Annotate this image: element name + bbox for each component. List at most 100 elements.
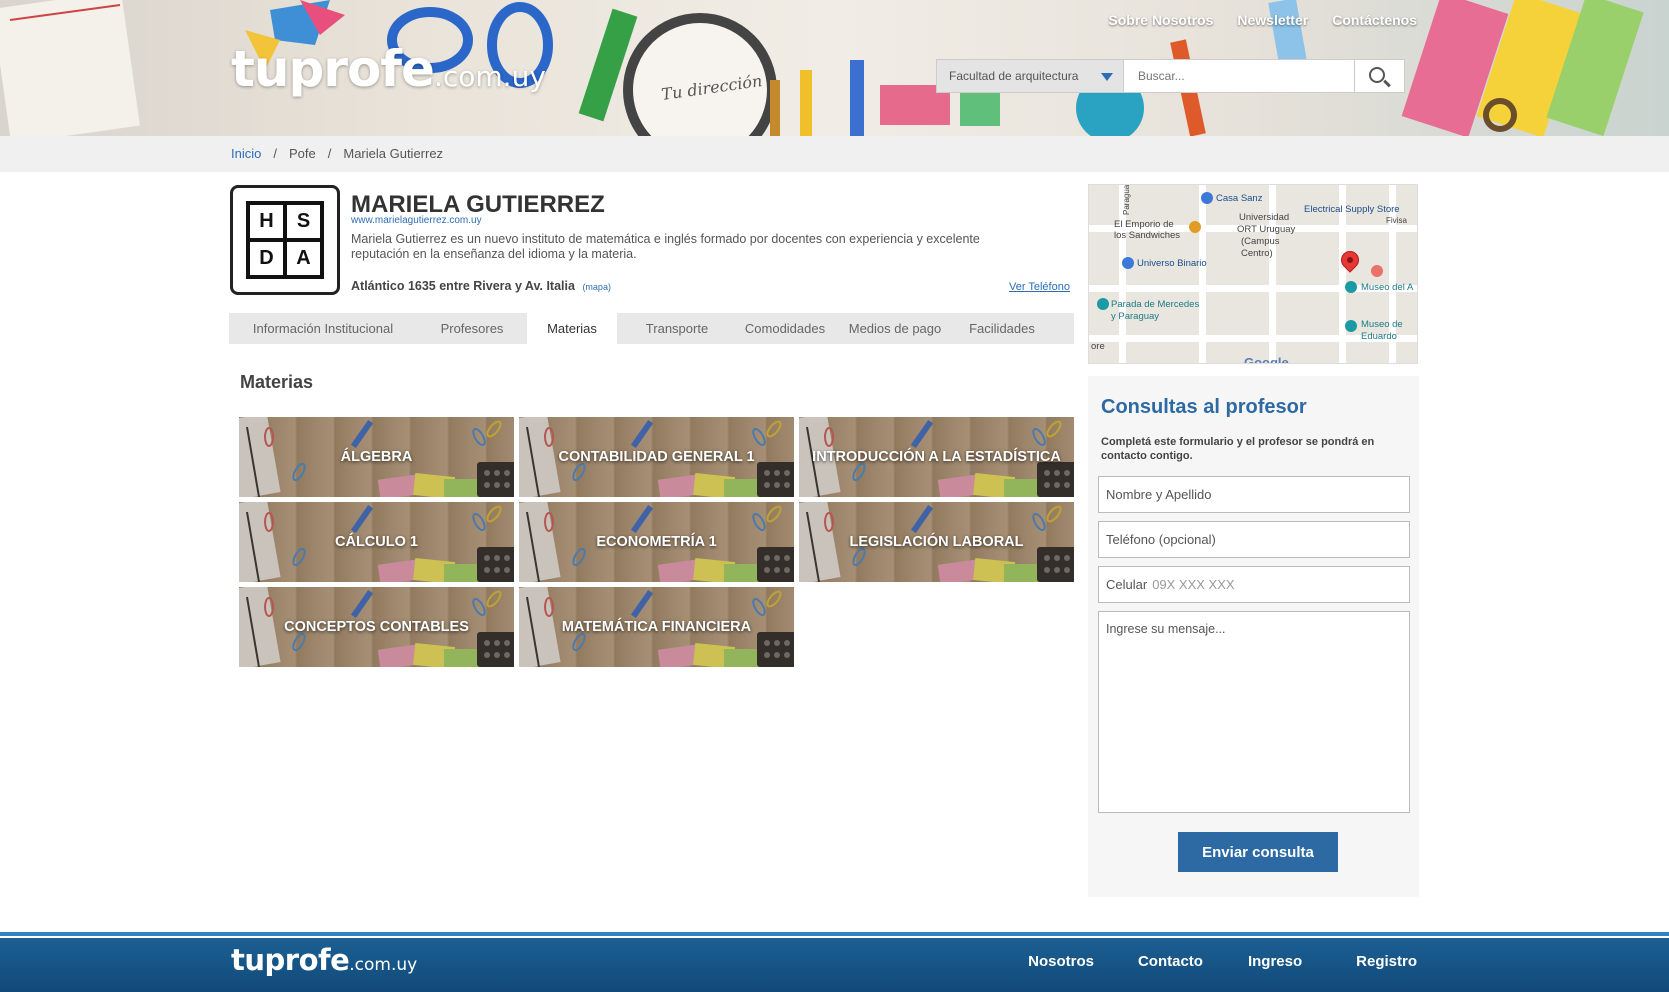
map-label: Eduardo	[1361, 331, 1397, 342]
breadcrumb: Inicio / Pofe / Mariela Gutierrez	[231, 146, 443, 161]
profile-tabs: Información Institucional Profesores Mat…	[229, 313, 1074, 344]
map-label: Casa Sanz	[1216, 193, 1263, 204]
footer-nav-registro[interactable]: Registro	[1356, 953, 1417, 970]
subject-tile-label: LEGISLACIÓN LABORAL	[849, 534, 1024, 550]
cell-field[interactable]: Celular 09X XXX XXX	[1098, 566, 1410, 603]
map-attribution: Google	[1244, 355, 1289, 364]
subject-tile-label: MATEMÁTICA FINANCIERA	[561, 619, 752, 635]
search-bar: Facultad de arquitectura	[936, 59, 1405, 93]
faculty-select[interactable]: Facultad de arquitectura	[936, 59, 1124, 93]
phone-field[interactable]: Teléfono (opcional)	[1098, 521, 1410, 558]
map-label: ORT Uruguay	[1237, 224, 1296, 235]
contact-panel: Consultas al profesor Completá este form…	[1088, 376, 1419, 897]
nav-newsletter[interactable]: Newsletter	[1237, 12, 1308, 28]
subject-tile-label: ÁLGEBRA	[340, 449, 413, 465]
subject-tile[interactable]: ÁLGEBRA	[239, 417, 514, 497]
map-label: Parada de Mercedes	[1111, 299, 1200, 310]
contact-title: Consultas al profesor	[1101, 396, 1307, 418]
footer-logo-brand: tuprofe	[231, 943, 350, 977]
footer-nav-contacto[interactable]: Contacto	[1138, 953, 1203, 970]
map-label: Universidad	[1239, 212, 1290, 223]
tab-materias[interactable]: Materias	[527, 313, 617, 344]
breadcrumb-separator: /	[273, 146, 277, 161]
logo-letter: A	[287, 242, 320, 275]
breadcrumb-separator: /	[327, 146, 332, 161]
cell-label: Celular	[1106, 577, 1148, 592]
map-label: Fivisa	[1386, 216, 1407, 225]
location-map[interactable]: Casa Sanz Electrical Supply Store Fivisa…	[1088, 184, 1418, 364]
map-label: (Campus	[1241, 236, 1280, 247]
search-button[interactable]	[1355, 59, 1405, 93]
logo-letter: H	[250, 205, 283, 238]
footer-logo[interactable]: tuprofe.com.uy	[231, 943, 417, 977]
map-label: ore	[1091, 341, 1105, 352]
map-label: los Sandwiches	[1114, 230, 1181, 241]
contact-intro: Completá este formulario y el profesor s…	[1101, 436, 1375, 462]
subject-grid: ÁLGEBRA CONTABILIDAD GENERAL 1 INTRODUCCIÓ…	[239, 417, 1074, 667]
breadcrumb-inicio[interactable]: Inicio	[231, 146, 261, 161]
name-field[interactable]: Nombre y Apellido	[1098, 476, 1410, 513]
faculty-select-value: Facultad de arquitectura	[949, 69, 1079, 83]
cell-placeholder: 09X XXX XXX	[1152, 577, 1235, 592]
tab-profesores[interactable]: Profesores	[417, 313, 527, 344]
subject-tile[interactable]: CONTABILIDAD GENERAL 1	[519, 417, 794, 497]
breadcrumb-pofe[interactable]: Pofe	[289, 146, 316, 161]
search-input[interactable]	[1124, 59, 1355, 93]
map-link[interactable]: (mapa)	[582, 282, 611, 292]
profile-address: Atlántico 1635 entre Rivera y Av. Italia…	[351, 279, 611, 293]
map-label: Electrical Supply Store	[1304, 204, 1400, 215]
subject-tile[interactable]: ECONOMETRÍA 1	[519, 502, 794, 582]
tab-informacion-institucional[interactable]: Información Institucional	[229, 313, 417, 344]
show-phone-link[interactable]: Ver Teléfono	[1009, 281, 1070, 293]
subject-tile-label: INTRODUCCIÓN A LA ESTADÍSTICA	[812, 449, 1061, 465]
section-title: Materias	[240, 372, 314, 392]
subject-tile[interactable]: INTRODUCCIÓN A LA ESTADÍSTICA	[799, 417, 1074, 497]
institute-logo: H S D A	[230, 185, 340, 295]
footer-nav-nosotros[interactable]: Nosotros	[1028, 953, 1094, 970]
map-label: El Emporio de	[1114, 219, 1174, 230]
tab-facilidades[interactable]: Facilidades	[957, 313, 1047, 344]
footer: tuprofe.com.uy Nosotros Contacto Ingreso…	[0, 938, 1669, 992]
subject-tile[interactable]: CONCEPTOS CONTABLES	[239, 587, 514, 667]
tab-transporte[interactable]: Transporte	[617, 313, 737, 344]
name-placeholder: Nombre y Apellido	[1106, 487, 1212, 502]
subject-tile-label: CÁLCULO 1	[335, 534, 418, 550]
footer-logo-tld: .com.uy	[349, 955, 418, 975]
subject-tile[interactable]: CÁLCULO 1	[239, 502, 514, 582]
message-placeholder: Ingrese su mensaje...	[1106, 622, 1226, 636]
profile-website-link[interactable]: www.marielagutierrez.com.uy	[351, 215, 482, 226]
profile-description: Mariela Gutierrez es un nuevo instituto …	[351, 232, 980, 261]
map-label: Museo del A	[1361, 282, 1414, 293]
top-nav: Sobre Nosotros Newsletter Contáctenos	[1108, 12, 1417, 28]
subject-tile-label: CONCEPTOS CONTABLES	[284, 619, 469, 635]
footer-nav: Nosotros Contacto Ingreso Registro	[1028, 953, 1417, 970]
map-label: Museo de	[1361, 319, 1403, 330]
logo-letter: S	[287, 205, 320, 238]
logo-letter: D	[250, 242, 283, 275]
address-text: Atlántico 1635 entre Rivera y Av. Italia	[351, 279, 575, 293]
map-label: Centro)	[1241, 248, 1273, 259]
map-label: Paraguay	[1122, 184, 1131, 215]
subject-tile-label: ECONOMETRÍA 1	[596, 534, 717, 550]
breadcrumb-bar: Inicio / Pofe / Mariela Gutierrez	[0, 136, 1669, 172]
footer-divider	[0, 932, 1669, 936]
message-field[interactable]: Ingrese su mensaje...	[1098, 611, 1410, 813]
site-logo[interactable]: tuprofe.com.uy	[231, 40, 546, 98]
subject-tile-label: CONTABILIDAD GENERAL 1	[558, 449, 755, 465]
header-banner: tuprofe.com.uy Tu dirección Sobre Nosotr…	[0, 0, 1669, 136]
phone-placeholder: Teléfono (opcional)	[1106, 532, 1216, 547]
send-inquiry-button[interactable]: Enviar consulta	[1178, 832, 1338, 872]
breadcrumb-current: Mariela Gutierrez	[343, 146, 444, 161]
logo-tld: .com.uy	[433, 60, 546, 93]
map-label: y Paraguay	[1111, 311, 1160, 322]
nav-contactenos[interactable]: Contáctenos	[1332, 12, 1417, 28]
map-label: Universo Binario	[1137, 258, 1207, 269]
tab-medios-de-pago[interactable]: Medios de pago	[833, 313, 957, 344]
tab-comodidades[interactable]: Comodidades	[737, 313, 833, 344]
nav-sobre-nosotros[interactable]: Sobre Nosotros	[1108, 12, 1213, 28]
footer-nav-ingreso[interactable]: Ingreso	[1248, 953, 1302, 970]
subject-tile[interactable]: LEGISLACIÓN LABORAL	[799, 502, 1074, 582]
logo-brand: tuprofe	[231, 40, 435, 98]
chevron-down-icon	[1101, 73, 1113, 81]
subject-tile[interactable]: MATEMÁTICA FINANCIERA	[519, 587, 794, 667]
